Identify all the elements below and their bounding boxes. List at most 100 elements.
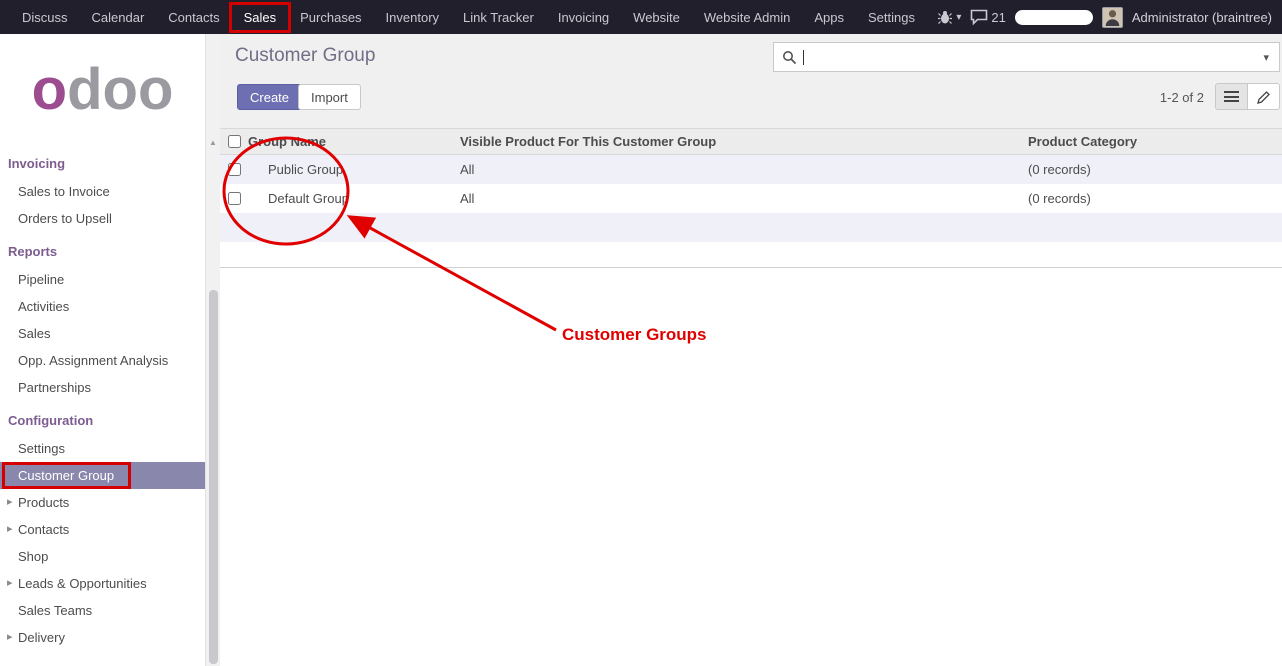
row-select-cell	[220, 192, 248, 205]
row-checkbox[interactable]	[228, 192, 241, 205]
sidebar-item-customer-group[interactable]: Customer Group	[0, 462, 205, 489]
empty-row	[220, 242, 1282, 268]
cell-visible-product: All	[460, 162, 1028, 177]
select-all-checkbox[interactable]	[228, 135, 241, 148]
cell-visible-product: All	[460, 191, 1028, 206]
search-dropdown-caret-icon[interactable]: ▾	[1253, 51, 1279, 64]
status-pill[interactable]	[1015, 10, 1093, 25]
bug-icon	[937, 9, 953, 25]
sidebar-item-contacts[interactable]: ▸ Contacts	[0, 516, 205, 543]
column-header-product-category[interactable]: Product Category	[1028, 134, 1282, 149]
cell-product-category: (0 records)	[1028, 191, 1282, 206]
column-header-group-name[interactable]: Group Name	[248, 134, 460, 149]
menu-discuss[interactable]: Discuss	[10, 5, 80, 30]
sidebar-item-shop[interactable]: Shop	[0, 543, 205, 570]
menu-apps[interactable]: Apps	[802, 5, 856, 30]
list-icon	[1224, 91, 1239, 102]
form-view-button[interactable]	[1247, 83, 1280, 110]
sidebar-item-settings[interactable]: Settings	[0, 435, 205, 462]
logo-letter: o	[103, 56, 138, 123]
odoo-logo[interactable]: odoo	[0, 34, 205, 144]
sidebar-item-label: Orders to Upsell	[18, 211, 112, 226]
expand-caret-icon: ▸	[7, 516, 13, 543]
menu-settings[interactable]: Settings	[856, 5, 927, 30]
menu-website[interactable]: Website	[621, 5, 692, 30]
table-row[interactable]: Public Group All (0 records)	[220, 155, 1282, 184]
sidebar-item-label: Pipeline	[18, 272, 64, 287]
menu-contacts[interactable]: Contacts	[156, 5, 231, 30]
topbar-right: ▾ 21 Administrator (braintree)	[937, 7, 1272, 28]
import-button[interactable]: Import	[298, 84, 361, 110]
edit-pencil-icon	[1257, 90, 1271, 104]
section-invoicing: Invoicing	[0, 150, 205, 178]
sidebar-item-label: Customer Group	[18, 468, 114, 483]
menu-invoicing[interactable]: Invoicing	[546, 5, 621, 30]
sidebar-item-label: Sales to Invoice	[18, 184, 110, 199]
chat-bubble-icon	[970, 9, 988, 25]
topbar-menu: Discuss Calendar Contacts Sales Purchase…	[10, 0, 927, 34]
messages-button[interactable]: 21	[970, 9, 1005, 25]
menu-link-tracker[interactable]: Link Tracker	[451, 5, 546, 30]
sidebar-item-label: Activities	[18, 299, 69, 314]
sidebar-item-activities[interactable]: Activities	[0, 293, 205, 320]
sidebar-item-sales[interactable]: Sales	[0, 320, 205, 347]
expand-caret-icon: ▸	[7, 570, 13, 597]
expand-caret-icon: ▸	[7, 489, 13, 516]
expand-caret-icon: ▸	[7, 624, 13, 651]
empty-row	[220, 213, 1282, 242]
sidebar-item-sales-to-invoice[interactable]: Sales to Invoice	[0, 178, 205, 205]
chevron-down-icon: ▾	[956, 12, 961, 23]
search-input[interactable]	[810, 49, 1253, 66]
create-button[interactable]: Create	[237, 84, 302, 110]
user-menu[interactable]: Administrator (braintree)	[1132, 10, 1272, 25]
user-photo	[1103, 7, 1122, 27]
sidebar-item-leads-opportunities[interactable]: ▸ Leads & Opportunities	[0, 570, 205, 597]
logo-letter: d	[67, 56, 102, 123]
menu-inventory[interactable]: Inventory	[374, 5, 451, 30]
sidebar-scrollbar-track: ▲	[205, 34, 220, 666]
topbar: Discuss Calendar Contacts Sales Purchase…	[0, 0, 1282, 34]
sidebar-scrollbar-thumb[interactable]	[209, 290, 218, 664]
menu-purchases[interactable]: Purchases	[288, 5, 373, 30]
cell-group-name: Public Group	[248, 162, 460, 177]
avatar[interactable]	[1102, 7, 1123, 28]
sidebar-item-label: Opp. Assignment Analysis	[18, 353, 168, 368]
page-title: Customer Group	[235, 45, 375, 67]
debug-bug-icon[interactable]: ▾	[937, 9, 961, 25]
sidebar-item-label: Shop	[18, 549, 48, 564]
sidebar-item-label: Contacts	[18, 522, 69, 537]
sidebar-nav: Invoicing Sales to Invoice Orders to Ups…	[0, 150, 205, 651]
search-icon	[782, 50, 797, 65]
sidebar-item-label: Sales	[18, 326, 51, 341]
sidebar-item-pipeline[interactable]: Pipeline	[0, 266, 205, 293]
sidebar-item-label: Partnerships	[18, 380, 91, 395]
sidebar-item-products[interactable]: ▸ Products	[0, 489, 205, 516]
control-panel: Customer Group ▾ Create Import 1-2 of 2	[220, 34, 1282, 128]
row-checkbox[interactable]	[228, 163, 241, 176]
row-select-cell	[220, 163, 248, 176]
section-configuration: Configuration	[0, 407, 205, 435]
sidebar-item-label: Delivery	[18, 630, 65, 645]
list-view-button[interactable]	[1215, 83, 1248, 110]
sidebar-item-delivery[interactable]: ▸ Delivery	[0, 624, 205, 651]
menu-sales[interactable]: Sales	[232, 5, 289, 30]
sidebar-item-partnerships[interactable]: Partnerships	[0, 374, 205, 401]
menu-calendar[interactable]: Calendar	[80, 5, 157, 30]
menu-website-admin[interactable]: Website Admin	[692, 5, 802, 30]
sidebar-item-opp-assignment-analysis[interactable]: Opp. Assignment Analysis	[0, 347, 205, 374]
sidebar-item-sales-teams[interactable]: Sales Teams	[0, 597, 205, 624]
logo-letter: o	[32, 56, 67, 123]
screen: Discuss Calendar Contacts Sales Purchase…	[0, 0, 1282, 666]
sidebar: odoo Invoicing Sales to Invoice Orders t…	[0, 34, 205, 666]
table-row[interactable]: Default Group All (0 records)	[220, 184, 1282, 213]
scroll-up-arrow-icon[interactable]: ▲	[206, 138, 220, 147]
logo-letter: o	[138, 56, 173, 123]
view-switcher	[1215, 83, 1280, 110]
sidebar-item-label: Leads & Opportunities	[18, 576, 147, 591]
sidebar-item-label: Products	[18, 495, 69, 510]
table-header: Group Name Visible Product For This Cust…	[220, 128, 1282, 155]
sidebar-item-orders-to-upsell[interactable]: Orders to Upsell	[0, 205, 205, 232]
column-header-visible-product[interactable]: Visible Product For This Customer Group	[460, 134, 1028, 149]
sidebar-item-label: Settings	[18, 441, 65, 456]
sidebar-item-label: Sales Teams	[18, 603, 92, 618]
